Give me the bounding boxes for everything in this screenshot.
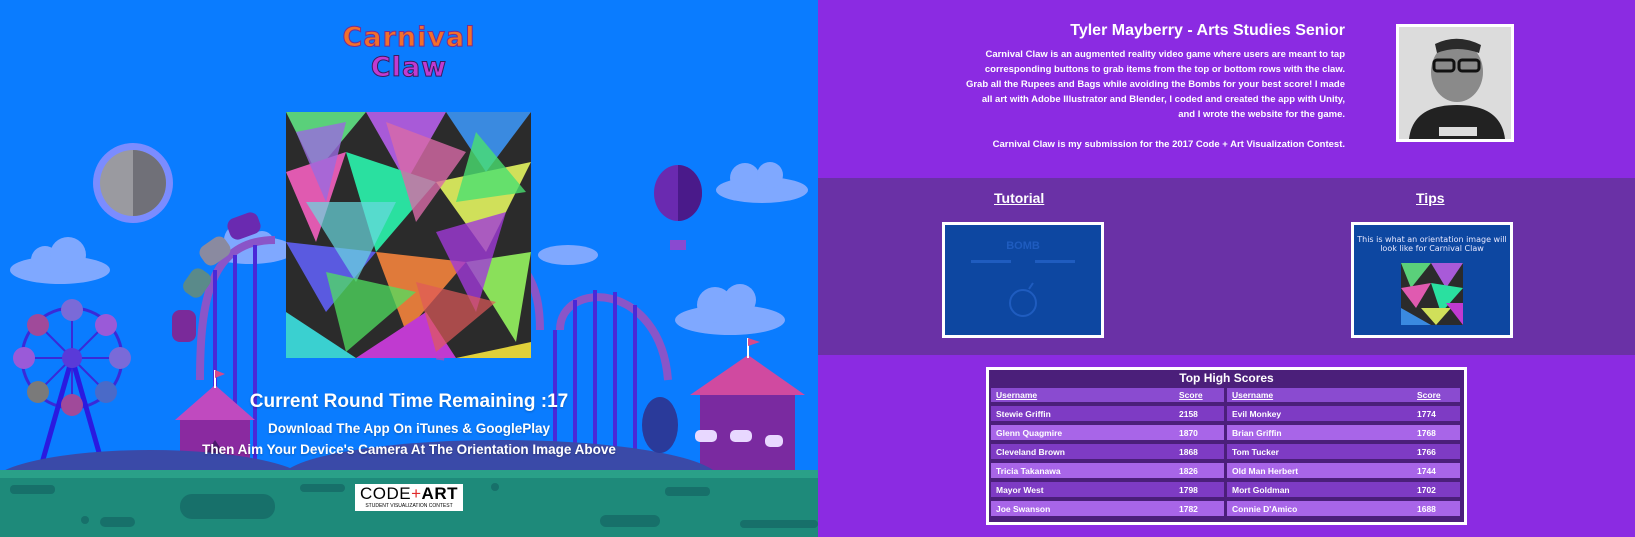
table-row: Tom Tucker 1766 — [1227, 444, 1460, 459]
scores-title: Top High Scores — [1179, 371, 1274, 385]
high-scores-table: Top High Scores Username Score Stewie Gr… — [986, 367, 1467, 525]
table-row: Joe Swanson 1782 — [991, 501, 1224, 516]
code-art-logo-code: CODE — [359, 484, 412, 503]
logo-line-1: Carnival — [342, 22, 476, 54]
code-art-logo-art: ART — [421, 484, 458, 503]
about-section: Tyler Mayberry - Arts Studies Senior Car… — [818, 0, 1635, 178]
row-user: Mort Goldman — [1232, 485, 1290, 495]
row-score: 1768 — [1417, 428, 1436, 438]
row-score: 1870 — [1179, 428, 1198, 438]
scores-column-right: Username Score Evil Monkey 1774 Brian Gri… — [1227, 388, 1460, 516]
row-user: Mayor West — [996, 485, 1044, 495]
scores-header: Username Score — [991, 388, 1224, 402]
avatar — [1399, 27, 1511, 139]
col-score: Score — [1417, 390, 1441, 400]
row-user: Tom Tucker — [1232, 447, 1279, 457]
tutorial-heading: Tutorial — [994, 190, 1045, 206]
orientation-image — [286, 112, 531, 358]
row-score: 1766 — [1417, 447, 1436, 457]
row-user: Joe Swanson — [996, 504, 1051, 514]
orientation-pattern — [286, 112, 531, 358]
row-score: 1868 — [1179, 447, 1198, 457]
row-score: 1688 — [1417, 504, 1436, 514]
row-user: Connie D'Amico — [1232, 504, 1298, 514]
row-score: 2158 — [1179, 409, 1198, 419]
row-user: Glenn Quagmire — [996, 428, 1063, 438]
row-user: Evil Monkey — [1232, 409, 1282, 419]
tips-text: This is what an orientation image will l… — [1357, 235, 1507, 253]
orientation-thumbnail — [1401, 263, 1463, 325]
scores-header: Username Score — [1227, 388, 1460, 402]
author-name: Tyler Mayberry - Arts Studies Senior — [1070, 22, 1345, 39]
round-timer: Current Round Time Remaining :17 — [249, 391, 569, 412]
row-user: Old Man Herbert — [1232, 466, 1299, 476]
row-user: Brian Griffin — [1232, 428, 1282, 438]
col-username: Username — [1232, 390, 1274, 400]
game-panel: Carnival Claw Current Round Time Remaini… — [0, 0, 818, 537]
table-row: Tricia Takanawa 1826 — [991, 463, 1224, 478]
tips-heading: Tips — [1416, 190, 1445, 206]
table-row: Old Man Herbert 1744 — [1227, 463, 1460, 478]
tips-card: This is what an orientation image will l… — [1351, 222, 1513, 338]
table-row: Evil Monkey 1774 — [1227, 406, 1460, 421]
table-row: Cleveland Brown 1868 — [991, 444, 1224, 459]
submission-note: Carnival Claw is my submission for the 2… — [992, 139, 1345, 150]
bomb-icon — [971, 260, 1075, 317]
table-row: Mort Goldman 1702 — [1227, 482, 1460, 497]
row-score: 1774 — [1417, 409, 1436, 419]
row-score: 1826 — [1179, 466, 1198, 476]
table-row: Stewie Griffin 2158 — [991, 406, 1224, 421]
scores-column-left: Username Score Stewie Griffin 2158 Glenn … — [991, 388, 1224, 516]
row-score: 1798 — [1179, 485, 1198, 495]
table-row: Glenn Quagmire 1870 — [991, 425, 1224, 440]
code-art-logo: CODE+ART STUDENT VISUALIZATION CONTEST — [355, 484, 463, 511]
row-score: 1744 — [1417, 466, 1436, 476]
row-score: 1782 — [1179, 504, 1198, 514]
table-row: Brian Griffin 1768 — [1227, 425, 1460, 440]
download-text: Download The App On iTunes & GooglePlay — [267, 421, 550, 436]
tutorial-video[interactable]: BOMB — [942, 222, 1104, 338]
row-user: Tricia Takanawa — [996, 466, 1061, 476]
logo-line-2: Claw — [370, 52, 448, 84]
code-art-logo-caption: STUDENT VISUALIZATION CONTEST — [365, 503, 453, 509]
scores-section: Top High Scores Username Score Stewie Gr… — [818, 355, 1635, 537]
table-row: Connie D'Amico 1688 — [1227, 501, 1460, 516]
row-score: 1702 — [1417, 485, 1436, 495]
instruction-text: Then Aim Your Device's Camera At The Ori… — [202, 442, 616, 457]
row-user: Stewie Griffin — [996, 409, 1051, 419]
table-row: Mayor West 1798 — [991, 482, 1224, 497]
author-photo — [1396, 24, 1514, 142]
row-user: Cleveland Brown — [996, 447, 1065, 457]
author-bio: Carnival Claw is an augmented reality vi… — [965, 49, 1345, 120]
col-score: Score — [1179, 390, 1203, 400]
col-username: Username — [996, 390, 1038, 400]
info-panel: Tyler Mayberry - Arts Studies Senior Car… — [818, 0, 1635, 537]
media-section: Tutorial Tips BOMB This is what an orien… — [818, 178, 1635, 355]
